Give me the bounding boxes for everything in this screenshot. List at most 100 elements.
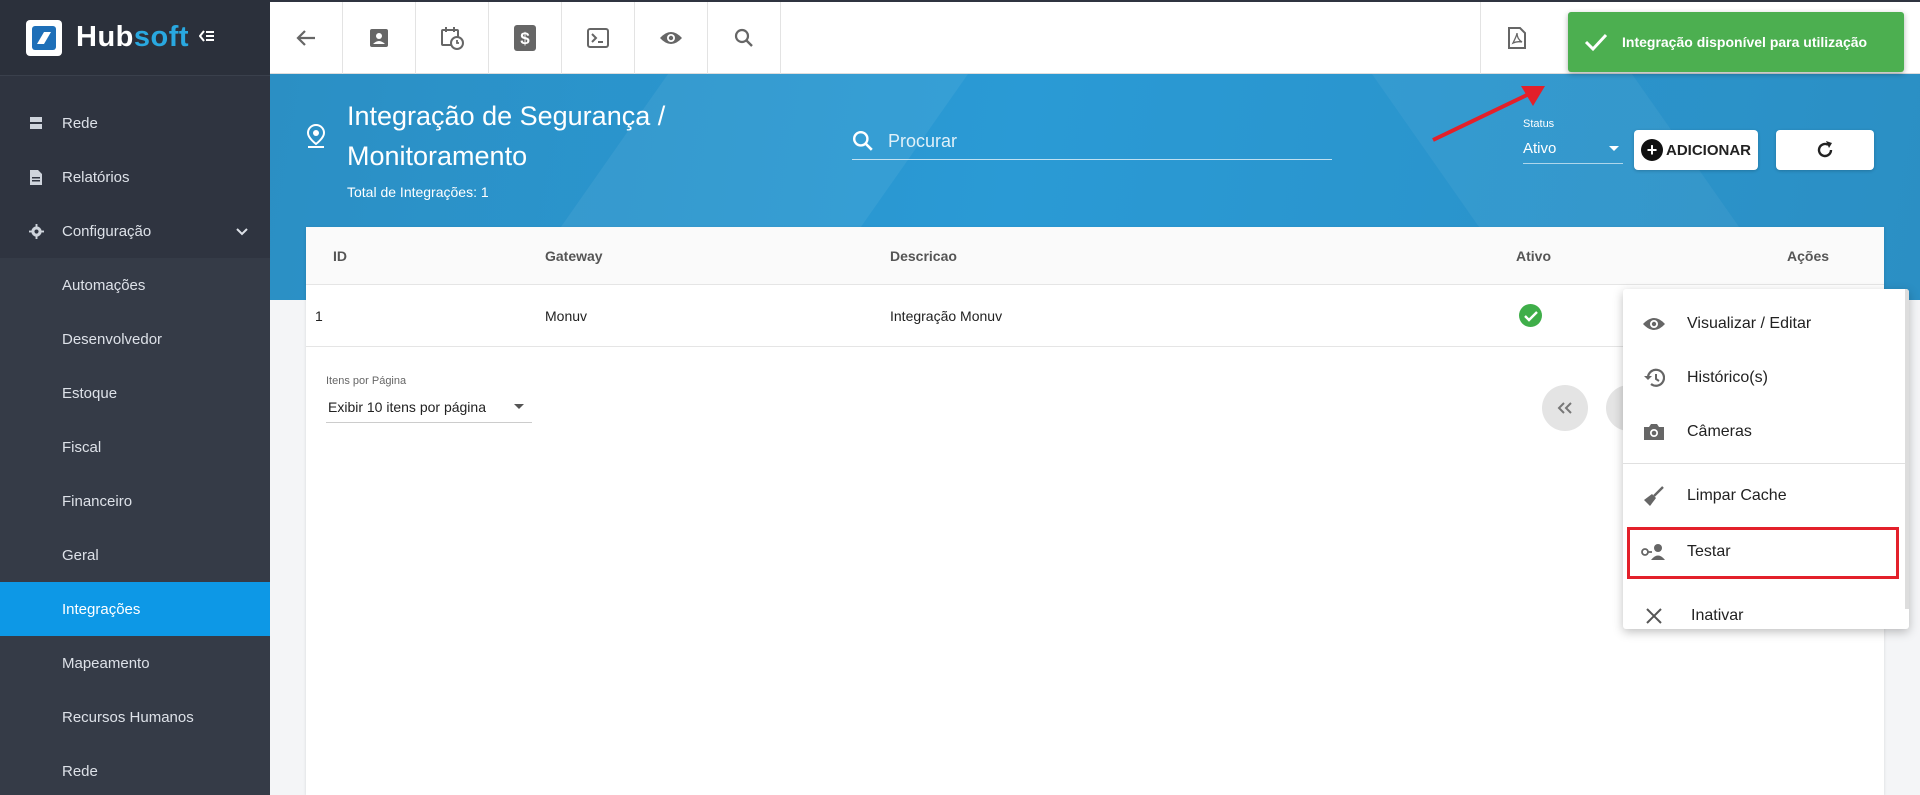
sidebar-item-recursos-humanos[interactable]: Recursos Humanos <box>0 690 270 744</box>
logo-bar: Hubsoft <box>0 0 270 76</box>
col-gateway: Gateway <box>545 248 603 264</box>
active-check-icon <box>1519 304 1542 327</box>
terminal-icon <box>587 28 609 48</box>
server-icon <box>28 115 44 131</box>
sidebar-item-label: Configuração <box>62 222 152 240</box>
plus-circle-icon: + <box>1641 139 1663 161</box>
col-ativo: Ativo <box>1516 248 1551 264</box>
camera-icon <box>1641 423 1667 441</box>
check-icon <box>1584 32 1608 52</box>
col-acoes: Ações <box>1787 248 1830 264</box>
gear-icon <box>28 223 44 239</box>
sidebar-item-rede[interactable]: Rede <box>0 96 270 150</box>
terminal-button[interactable] <box>562 2 635 74</box>
sidebar-item-label: Recursos Humanos <box>62 708 194 726</box>
per-page-select[interactable]: Exibir 10 itens por página <box>326 391 532 423</box>
success-toast: Integração disponível para utilização <box>1568 12 1904 72</box>
sidebar-item-rede-sub[interactable]: Rede <box>0 744 270 795</box>
search-button[interactable] <box>708 2 781 74</box>
col-id: ID <box>333 248 347 264</box>
close-icon <box>1641 607 1667 625</box>
toast-message: Integração disponível para utilização <box>1622 34 1868 50</box>
sidebar-item-label: Rede <box>62 114 98 132</box>
history-icon <box>1641 368 1667 388</box>
caret-down-icon <box>514 404 524 409</box>
sidebar-nav: Rede Relatórios Configuração Automações … <box>0 96 270 795</box>
sidebar-item-label: Automações <box>62 276 146 294</box>
dollar-icon: $ <box>514 25 536 51</box>
sidebar-item-financeiro[interactable]: Financeiro <box>0 474 270 528</box>
back-button[interactable] <box>270 2 343 74</box>
search-field <box>852 126 1332 160</box>
menu-divider <box>1623 463 1909 464</box>
eye-button[interactable] <box>635 2 708 74</box>
sidebar-item-label: Desenvolvedor <box>62 330 163 348</box>
sidebar-item-label: Rede <box>62 762 98 780</box>
sidebar-item-label: Geral <box>62 546 99 564</box>
double-chevron-left-icon <box>1557 402 1572 414</box>
sidebar-item-desenvolvedor[interactable]: Desenvolvedor <box>0 312 270 366</box>
caret-down-icon <box>1609 146 1619 151</box>
sidebar-item-integracoes[interactable]: Integrações <box>0 582 270 636</box>
eye-icon <box>1641 316 1667 332</box>
sidebar-item-label: Financeiro <box>62 492 133 510</box>
search-icon <box>734 28 753 47</box>
refresh-icon <box>1817 141 1833 158</box>
calendar-button[interactable] <box>416 2 489 74</box>
logo-icon <box>26 19 62 56</box>
menu-item-label: Inativar <box>1691 607 1744 624</box>
pdf-button[interactable] <box>1480 2 1553 74</box>
sidebar-item-relatorios[interactable]: Relatórios <box>0 150 270 204</box>
sidebar-item-label: Relatórios <box>62 168 130 186</box>
col-descricao: Descricao <box>890 248 957 264</box>
calendar-clock-icon <box>441 27 464 50</box>
sidebar-item-automacoes[interactable]: Automações <box>0 258 270 312</box>
menu-item-inativar[interactable]: Inativar <box>1623 589 1909 629</box>
menu-item-cameras[interactable]: Câmeras <box>1623 405 1909 459</box>
logo-text: Hubsoft <box>76 21 190 53</box>
sidebar-item-geral[interactable]: Geral <box>0 528 270 582</box>
broom-icon <box>1641 485 1667 507</box>
menu-scrollbar[interactable] <box>1905 289 1909 609</box>
sidebar-item-label: Fiscal <box>62 438 102 456</box>
pdf-icon <box>1508 27 1526 49</box>
add-button[interactable]: + ADICIONAR <box>1634 130 1758 170</box>
contact-card-icon <box>370 29 388 47</box>
sidebar-item-label: Mapeamento <box>62 654 150 672</box>
map-pin-icon <box>306 123 326 153</box>
menu-item-label: Limpar Cache <box>1687 487 1787 504</box>
dollar-button[interactable]: $ <box>489 2 562 74</box>
menu-item-historico[interactable]: Histórico(s) <box>1623 351 1909 405</box>
page-title: Integração de Segurança / Monitoramento <box>347 101 666 171</box>
total-count: Total de Integrações: 1 <box>347 184 489 200</box>
per-page-label: Itens por Página <box>326 375 407 387</box>
per-page-value: Exibir 10 itens por página <box>328 398 486 415</box>
cell-id: 1 <box>315 308 323 324</box>
highlight-box <box>1627 527 1899 579</box>
annotation-arrow <box>1432 86 1545 142</box>
sidebar-item-configuracao[interactable]: Configuração <box>0 204 270 258</box>
report-icon <box>28 169 44 185</box>
menu-item-label: Câmeras <box>1687 423 1752 440</box>
sidebar-item-fiscal[interactable]: Fiscal <box>0 420 270 474</box>
menu-item-label: Histórico(s) <box>1687 369 1768 386</box>
sidebar-item-estoque[interactable]: Estoque <box>0 366 270 420</box>
first-page-button[interactable] <box>1542 385 1588 431</box>
back-arrow-icon <box>296 30 315 46</box>
search-icon <box>852 130 874 157</box>
menu-item-limpar-cache[interactable]: Limpar Cache <box>1623 469 1909 523</box>
sidebar: Hubsoft Rede Relatórios Configuração Aut… <box>0 0 270 795</box>
add-button-label: ADICIONAR <box>1666 141 1751 159</box>
cell-gateway: Monuv <box>545 308 588 324</box>
sidebar-item-mapeamento[interactable]: Mapeamento <box>0 636 270 690</box>
search-input[interactable] <box>888 126 1328 156</box>
table-header: ID Gateway Descricao Ativo Ações <box>306 227 1884 285</box>
cell-descricao: Integração Monuv <box>890 308 1003 324</box>
menu-collapse-icon[interactable] <box>198 27 215 48</box>
refresh-button[interactable] <box>1776 130 1874 170</box>
menu-item-visualizar[interactable]: Visualizar / Editar <box>1623 297 1909 351</box>
sidebar-item-label: Integrações <box>62 600 141 618</box>
eye-icon <box>660 32 682 44</box>
contact-card-button[interactable] <box>343 2 416 74</box>
sidebar-item-label: Estoque <box>62 384 118 402</box>
